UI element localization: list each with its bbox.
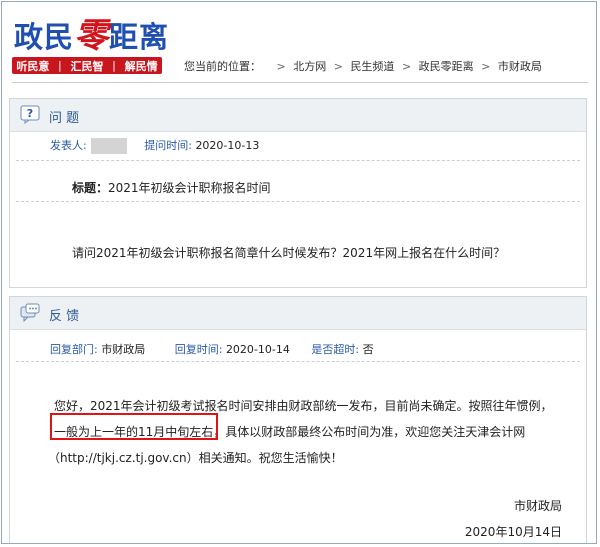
poster-label: 发表人:	[50, 139, 87, 152]
answer-line-3: （http://tjkj.cz.tj.gov.cn）相关通知。祝您生活愉快！	[48, 451, 343, 465]
question-meta: 发表人: 提问时间: 2020-10-13	[50, 137, 259, 154]
reply-dept-label: 回复部门:	[50, 343, 98, 356]
reply-time-label: 回复时间:	[174, 343, 223, 356]
question-panel: ? 问 题 发表人: 提问时间: 2020-10-13 标题：2021年初级会计…	[9, 98, 587, 288]
reply-dept: 市财政局	[101, 343, 146, 356]
answer-panel: 反 馈 回复部门: 市财政局 回复时间: 2020-10-14 是否超时: 否 …	[9, 296, 587, 543]
question-subject: 标题：2021年初级会计职称报名时间	[72, 181, 271, 195]
overdue-label: 是否超时:	[311, 343, 360, 356]
answer-header: 反 馈	[10, 297, 586, 330]
ask-time: 2020-10-13	[195, 139, 260, 152]
answer-meta: 回复部门: 市财政局 回复时间: 2020-10-14 是否超时: 否	[50, 341, 374, 357]
nav-item-solve[interactable]: 解民情	[125, 58, 158, 74]
site-logo[interactable]: 政民零距离	[14, 8, 169, 57]
question-text: 请问2021年初级会计职称报名简章什么时候发布？2021年网上报名在什么时间？	[72, 246, 506, 260]
nav-item-gather[interactable]: 汇民智	[70, 58, 103, 74]
breadcrumb-label: 您当前的位置：	[184, 60, 261, 73]
breadcrumb-item-caizheng[interactable]: 市财政局	[498, 60, 542, 73]
svg-text:?: ?	[27, 107, 33, 120]
overdue-value: 否	[362, 343, 374, 356]
answer-date: 2020年10月14日	[464, 525, 562, 539]
highlight-box	[50, 413, 218, 440]
reply-time: 2020-10-14	[225, 343, 290, 356]
question-header: ? 问 题	[10, 99, 586, 132]
answer-signature: 市财政局	[513, 499, 562, 513]
breadcrumb-item-minsheng[interactable]: 民生频道	[350, 60, 394, 73]
poster-name-redacted	[90, 138, 127, 154]
breadcrumb: 您当前的位置： > 北方网 > 民生频道 > 政民零距离 > 市财政局	[184, 60, 542, 73]
chat-bubble-icon	[20, 303, 40, 322]
ask-time-label: 提问时间:	[144, 139, 192, 152]
question-title: 问 题	[49, 111, 80, 126]
nav-item-listen[interactable]: 听民意	[16, 58, 49, 74]
breadcrumb-item-zhengmin[interactable]: 政民零距离	[419, 60, 474, 73]
breadcrumb-item-beifang[interactable]: 北方网	[293, 60, 326, 73]
question-mark-icon: ?	[20, 105, 40, 124]
header-divider	[12, 82, 588, 83]
answer-title: 反 馈	[49, 309, 80, 324]
nav-bar: 听民意 | 汇民智 | 解民情	[12, 57, 162, 74]
